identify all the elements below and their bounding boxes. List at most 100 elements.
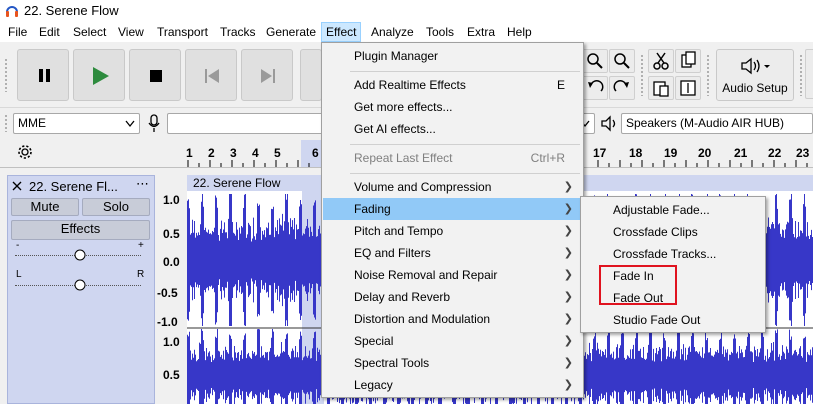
window-title: 22. Serene Flow <box>24 3 119 18</box>
share-audio-button[interactable] <box>805 49 813 99</box>
fading-crossfade-tracks[interactable]: Crossfade Tracks... <box>582 243 765 265</box>
effect-menu-delay-reverb[interactable]: Delay and Reverb ❯ <box>323 286 583 308</box>
effect-menu-get-ai[interactable]: Get AI effects... <box>323 118 583 140</box>
redo-button[interactable] <box>609 76 635 100</box>
menu-transport[interactable]: Transport <box>153 24 212 40</box>
chevron-down-icon <box>125 120 135 128</box>
menu-tracks[interactable]: Tracks <box>216 24 260 40</box>
pan-left-label: L <box>16 269 22 280</box>
menu-view[interactable]: View <box>114 24 148 40</box>
toolbar-grip <box>4 114 8 132</box>
ruler-tick-label: 23 <box>796 146 810 160</box>
menu-file[interactable]: File <box>4 24 31 40</box>
undo-icon <box>588 80 604 92</box>
effect-menu-eq-filters[interactable]: EQ and Filters ❯ <box>323 242 583 264</box>
effect-menu-special[interactable]: Special ❯ <box>323 330 583 352</box>
toolbar-grip[interactable] <box>706 54 710 96</box>
gain-slider-thumb[interactable] <box>74 249 86 261</box>
effects-button[interactable]: Effects <box>11 220 150 240</box>
play-button[interactable] <box>73 49 125 101</box>
zoom-in-button[interactable] <box>582 49 608 73</box>
close-icon[interactable] <box>12 181 22 191</box>
recording-device-select[interactable] <box>167 113 327 134</box>
ruler-tick-label: 19 <box>664 146 678 160</box>
audacity-logo-icon <box>6 6 18 17</box>
fading-studio-fade-out[interactable]: Studio Fade Out <box>582 309 765 331</box>
toolbar-grip[interactable] <box>799 54 803 96</box>
playback-device-value: Speakers (M-Audio AIR HUB) <box>626 116 785 130</box>
speaker-icon <box>741 57 770 75</box>
track-name[interactable]: 22. Serene Fl... <box>29 179 118 194</box>
chevron-right-icon: ❯ <box>563 291 573 303</box>
audio-host-select[interactable]: MME <box>13 113 140 134</box>
audio-setup-button[interactable]: Audio Setup <box>716 49 794 101</box>
menu-separator <box>350 173 580 174</box>
skip-end-icon <box>261 69 275 83</box>
redo-icon <box>613 80 629 92</box>
skip-start-button[interactable] <box>185 49 237 101</box>
scale-label: -0.5 <box>157 286 178 300</box>
pause-button[interactable] <box>17 49 69 101</box>
pan-slider-thumb[interactable] <box>74 279 86 291</box>
cut-button[interactable] <box>648 49 674 73</box>
track-menu-icon[interactable]: ⋯ <box>136 176 149 192</box>
effect-menu-volume-compression[interactable]: Volume and Compression ❯ <box>323 176 583 198</box>
effect-menu-noise-removal[interactable]: Noise Removal and Repair ❯ <box>323 264 583 286</box>
chevron-right-icon: ❯ <box>563 313 573 325</box>
effect-menu-add-realtime[interactable]: Add Realtime Effects E <box>323 74 583 96</box>
trim-button[interactable] <box>675 76 701 100</box>
amplitude-scale[interactable]: 1.0 0.5 0.0 -0.5 -1.0 1.0 0.5 <box>155 175 187 404</box>
scale-label: -1.0 <box>157 315 178 329</box>
scale-label: 0.5 <box>163 227 180 241</box>
record-button[interactable] <box>300 49 322 101</box>
undo-button[interactable] <box>582 76 608 100</box>
effect-menu-pitch-tempo[interactable]: Pitch and Tempo ❯ <box>323 220 583 242</box>
menu-extra[interactable]: Extra <box>463 24 499 40</box>
fading-crossfade-clips[interactable]: Crossfade Clips <box>582 221 765 243</box>
zoom-out-button[interactable] <box>609 49 635 73</box>
menu-tools[interactable]: Tools <box>422 24 458 40</box>
solo-button[interactable]: Solo <box>82 198 150 216</box>
paste-icon <box>653 81 669 97</box>
menu-select[interactable]: Select <box>69 24 110 40</box>
gain-plus-label: + <box>138 240 144 251</box>
ruler-tick-label: 20 <box>698 146 712 160</box>
chevron-right-icon: ❯ <box>563 203 573 215</box>
chevron-right-icon: ❯ <box>563 335 573 347</box>
mute-button[interactable]: Mute <box>11 198 79 216</box>
pan-right-label: R <box>137 269 145 280</box>
effect-menu-legacy[interactable]: Legacy ❯ <box>323 374 583 396</box>
scale-label: 0.5 <box>163 368 180 382</box>
skip-end-button[interactable] <box>241 49 293 101</box>
effect-menu-spectral-tools[interactable]: Spectral Tools ❯ <box>323 352 583 374</box>
menu-effect[interactable]: Effect <box>321 22 362 42</box>
stop-icon <box>150 70 162 82</box>
gear-icon[interactable] <box>17 144 33 160</box>
menu-bar: File Edit Select View Transport Tracks G… <box>0 22 813 42</box>
paste-button[interactable] <box>648 76 674 100</box>
stop-button[interactable] <box>129 49 181 101</box>
scale-label: 1.0 <box>163 335 180 349</box>
toolbar-grip[interactable] <box>640 54 644 96</box>
menu-analyze[interactable]: Analyze <box>367 24 418 40</box>
trim-icon <box>680 80 696 96</box>
chevron-right-icon: ❯ <box>563 379 573 391</box>
gain-minus-label: - <box>16 240 20 251</box>
fading-adjustable-fade[interactable]: Adjustable Fade... <box>582 199 765 221</box>
toolbar-grip[interactable] <box>4 58 8 92</box>
effect-menu-repeat-last[interactable]: Repeat Last Effect Ctrl+R <box>323 147 583 169</box>
menu-generate[interactable]: Generate <box>262 24 320 40</box>
menu-edit[interactable]: Edit <box>35 24 64 40</box>
playback-device-select[interactable]: Speakers (M-Audio AIR HUB) <box>621 113 813 134</box>
effect-menu-fading[interactable]: Fading ❯ <box>323 198 583 220</box>
effect-menu-plugin-manager[interactable]: Plugin Manager <box>323 45 583 67</box>
copy-button[interactable] <box>675 49 701 73</box>
effect-menu-distortion[interactable]: Distortion and Modulation ❯ <box>323 308 583 330</box>
effect-menu-get-more[interactable]: Get more effects... <box>323 96 583 118</box>
effect-menu: Plugin Manager Add Realtime Effects E Get… <box>321 42 584 398</box>
scale-label: 1.0 <box>163 193 180 207</box>
ruler-tick-label: 21 <box>734 146 748 160</box>
menu-help[interactable]: Help <box>503 24 536 40</box>
ruler-tick-label: 3 <box>230 146 237 160</box>
menu-separator <box>350 71 580 72</box>
